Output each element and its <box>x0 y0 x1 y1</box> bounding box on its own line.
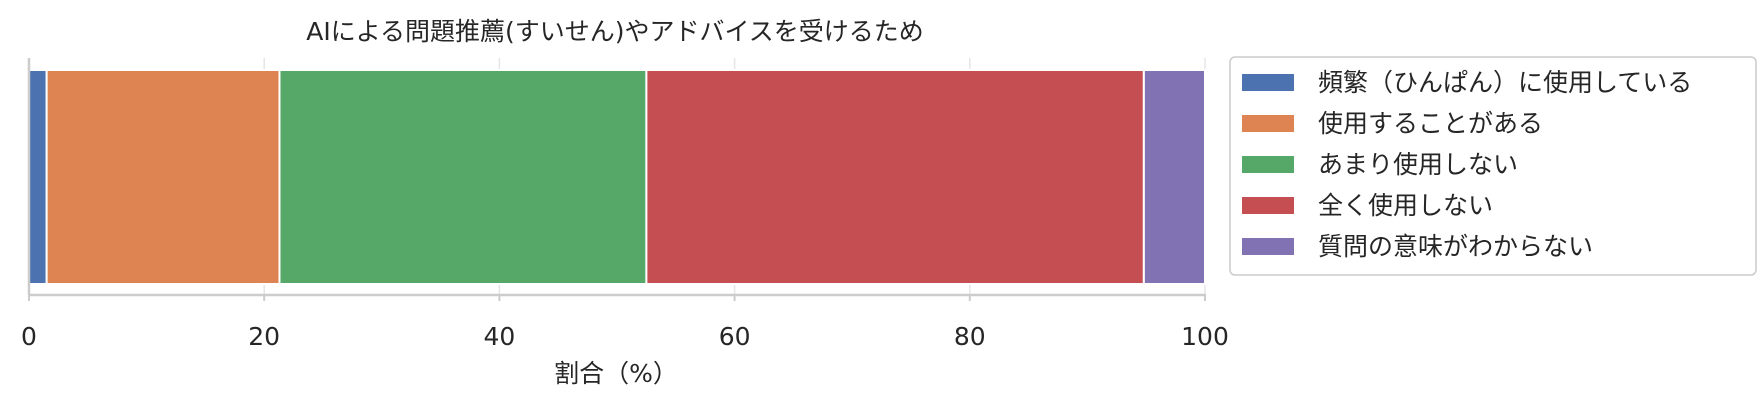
legend-label: 全く使用しない <box>1318 191 1493 220</box>
x-axis-label: 割合（%） <box>554 359 678 388</box>
legend: 頻繁（ひんぱん）に使用している使用することがあるあまり使用しない全く使用しない質… <box>1229 56 1757 276</box>
legend-label: 頻繁（ひんぱん）に使用している <box>1318 68 1692 97</box>
x-tick-label: 40 <box>483 322 515 351</box>
legend-label: あまり使用しない <box>1318 150 1518 179</box>
legend-label: 使用することがある <box>1318 109 1543 138</box>
legend-swatch <box>1242 197 1294 214</box>
bar-segment-5 <box>1142 69 1207 285</box>
legend-label: 質問の意味がわからない <box>1318 232 1593 261</box>
bar-segment-4 <box>645 69 1145 285</box>
x-ticks: 0 20 40 60 80 100 <box>21 295 1229 351</box>
chart-title: AIによる問題推薦(すいせん)やアドバイスを受けるため <box>306 17 923 46</box>
x-tick-label: 20 <box>248 322 280 351</box>
bar-segments <box>28 69 1207 285</box>
bar-segment-2 <box>45 69 281 285</box>
x-tick-label: 100 <box>1181 322 1229 351</box>
legend-swatch <box>1242 156 1294 173</box>
bar-segment-3 <box>278 69 648 285</box>
x-tick-label: 80 <box>954 322 986 351</box>
stacked-bar-chart: AIによる問題推薦(すいせん)やアドバイスを受けるため 0 20 40 60 80 100… <box>21 17 1757 388</box>
legend-swatch <box>1242 74 1294 91</box>
legend-swatch <box>1242 115 1294 132</box>
bar-segment-1 <box>28 69 48 285</box>
x-tick-label: 60 <box>719 322 751 351</box>
x-tick-label: 0 <box>21 322 37 351</box>
legend-swatch <box>1242 238 1294 255</box>
